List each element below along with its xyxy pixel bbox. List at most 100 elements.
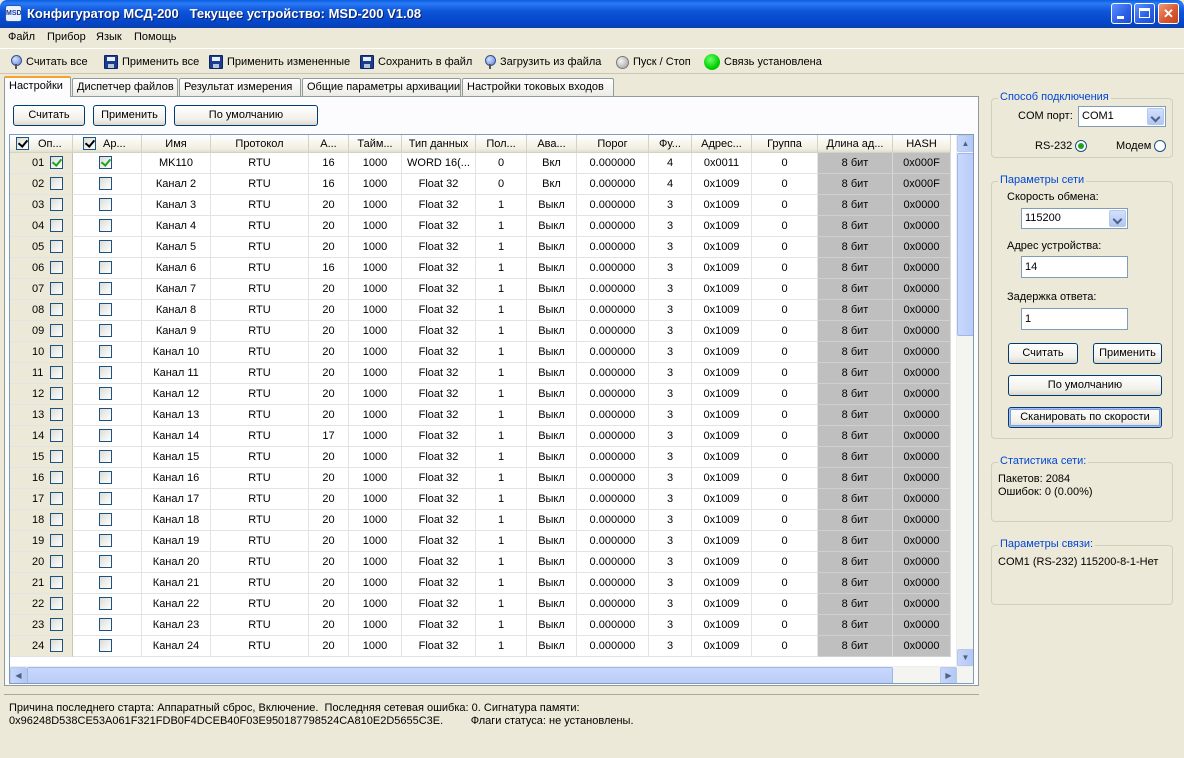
cell-function[interactable]: 3 [649, 426, 692, 447]
cell-name[interactable]: Канал 16 [142, 468, 211, 489]
poll-checkbox[interactable] [50, 261, 63, 274]
poll-checkbox[interactable] [50, 513, 63, 526]
cell-register-address[interactable]: 0x1009 [692, 426, 752, 447]
cell-archive[interactable] [73, 489, 142, 510]
cell-address[interactable]: 16 [309, 258, 349, 279]
cell-alarm[interactable]: Выкл [527, 342, 577, 363]
cell-alarm[interactable]: Выкл [527, 468, 577, 489]
archive-checkbox[interactable] [99, 177, 112, 190]
cell-pol[interactable]: 1 [476, 531, 527, 552]
cell-function[interactable]: 3 [649, 636, 692, 657]
cell-data-type[interactable]: Float 32 [402, 279, 476, 300]
column-header-timeout[interactable]: Тайм... [349, 135, 402, 153]
cell-protocol[interactable]: RTU [211, 384, 309, 405]
cell-archive[interactable] [73, 216, 142, 237]
cell-threshold[interactable]: 0.000000 [577, 174, 649, 195]
cell-opros[interactable]: 02 [10, 174, 73, 195]
cell-name[interactable]: Канал 21 [142, 573, 211, 594]
cell-address[interactable]: 20 [309, 510, 349, 531]
cell-threshold[interactable]: 0.000000 [577, 363, 649, 384]
cell-group[interactable]: 0 [752, 426, 818, 447]
cell-protocol[interactable]: RTU [211, 258, 309, 279]
cell-register-address[interactable]: 0x1009 [692, 279, 752, 300]
cell-timeout[interactable]: 1000 [349, 258, 402, 279]
cell-threshold[interactable]: 0.000000 [577, 552, 649, 573]
cell-function[interactable]: 3 [649, 279, 692, 300]
cell-opros[interactable]: 06 [10, 258, 73, 279]
poll-checkbox[interactable] [50, 198, 63, 211]
cell-opros[interactable]: 17 [10, 489, 73, 510]
cell-group[interactable]: 0 [752, 636, 818, 657]
archive-checkbox[interactable] [99, 450, 112, 463]
scroll-left-icon[interactable]: ◀ [10, 667, 27, 683]
cell-timeout[interactable]: 1000 [349, 195, 402, 216]
cell-address[interactable]: 20 [309, 447, 349, 468]
cell-alarm[interactable]: Выкл [527, 237, 577, 258]
cell-protocol[interactable]: RTU [211, 510, 309, 531]
cell-data-type[interactable]: Float 32 [402, 342, 476, 363]
cell-opros[interactable]: 11 [10, 363, 73, 384]
cell-opros[interactable]: 10 [10, 342, 73, 363]
cell-name[interactable]: Канал 7 [142, 279, 211, 300]
cell-data-type[interactable]: WORD 16(... [402, 153, 476, 174]
column-header-protocol[interactable]: Протокол [211, 135, 309, 153]
cell-address[interactable]: 20 [309, 573, 349, 594]
cell-pol[interactable]: 1 [476, 384, 527, 405]
apply-changed-button[interactable]: Применить измененные [209, 53, 350, 71]
cell-name[interactable]: Канал 19 [142, 531, 211, 552]
column-header-name[interactable]: Имя [142, 135, 211, 153]
cell-pol[interactable]: 1 [476, 195, 527, 216]
cell-protocol[interactable]: RTU [211, 636, 309, 657]
cell-register-address[interactable]: 0x1009 [692, 363, 752, 384]
cell-name[interactable]: Канал 12 [142, 384, 211, 405]
cell-function[interactable]: 3 [649, 300, 692, 321]
cell-group[interactable]: 0 [752, 258, 818, 279]
cell-address[interactable]: 20 [309, 279, 349, 300]
cell-threshold[interactable]: 0.000000 [577, 258, 649, 279]
archive-checkbox[interactable] [99, 366, 112, 379]
cell-alarm[interactable]: Выкл [527, 552, 577, 573]
cell-timeout[interactable]: 1000 [349, 594, 402, 615]
menu-language[interactable]: Язык [96, 31, 122, 43]
cell-archive[interactable] [73, 195, 142, 216]
poll-checkbox[interactable] [50, 282, 63, 295]
cell-archive[interactable] [73, 342, 142, 363]
cell-name[interactable]: Канал 4 [142, 216, 211, 237]
cell-group[interactable]: 0 [752, 489, 818, 510]
cell-timeout[interactable]: 1000 [349, 426, 402, 447]
cell-threshold[interactable]: 0.000000 [577, 300, 649, 321]
cell-register-address[interactable]: 0x1009 [692, 237, 752, 258]
cell-threshold[interactable]: 0.000000 [577, 510, 649, 531]
cell-function[interactable]: 3 [649, 195, 692, 216]
cell-register-address[interactable]: 0x1009 [692, 195, 752, 216]
cell-register-address[interactable]: 0x1009 [692, 405, 752, 426]
cell-function[interactable]: 3 [649, 552, 692, 573]
cell-register-address[interactable]: 0x1009 [692, 489, 752, 510]
cell-threshold[interactable]: 0.000000 [577, 531, 649, 552]
column-header-function[interactable]: Фу... [649, 135, 692, 153]
cell-threshold[interactable]: 0.000000 [577, 342, 649, 363]
column-header-alarm[interactable]: Ава... [527, 135, 577, 153]
table-row[interactable]: 19 Канал 19 RTU 20 1000 Float 32 1 Выкл 0.000000… [10, 531, 951, 552]
cell-pol[interactable]: 1 [476, 342, 527, 363]
tab-file-manager[interactable]: Диспетчер файлов [72, 78, 178, 96]
cell-register-address[interactable]: 0x1009 [692, 510, 752, 531]
cell-pol[interactable]: 1 [476, 447, 527, 468]
cell-threshold[interactable]: 0.000000 [577, 384, 649, 405]
cell-timeout[interactable]: 1000 [349, 321, 402, 342]
poll-checkbox[interactable] [50, 177, 63, 190]
cell-function[interactable]: 4 [649, 174, 692, 195]
cell-data-type[interactable]: Float 32 [402, 216, 476, 237]
cell-group[interactable]: 0 [752, 468, 818, 489]
cell-protocol[interactable]: RTU [211, 447, 309, 468]
cell-register-address[interactable]: 0x1009 [692, 615, 752, 636]
table-row[interactable]: 12 Канал 12 RTU 20 1000 Float 32 1 Выкл 0.000000… [10, 384, 951, 405]
archive-checkbox[interactable] [99, 429, 112, 442]
cell-group[interactable]: 0 [752, 363, 818, 384]
archive-checkbox[interactable] [99, 261, 112, 274]
cell-opros[interactable]: 18 [10, 510, 73, 531]
cell-timeout[interactable]: 1000 [349, 489, 402, 510]
cell-alarm[interactable]: Выкл [527, 594, 577, 615]
poll-checkbox[interactable] [50, 471, 63, 484]
cell-data-type[interactable]: Float 32 [402, 447, 476, 468]
